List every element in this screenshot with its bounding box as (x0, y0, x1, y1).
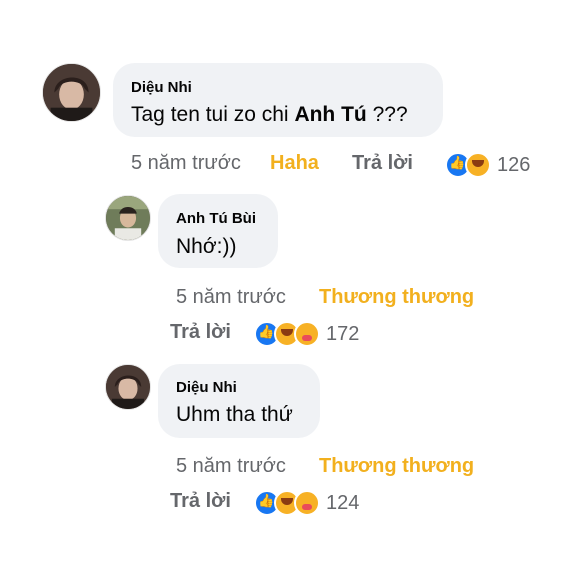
reaction-count: 124 (326, 491, 360, 514)
haha-icon (465, 152, 491, 178)
comment-author[interactable]: Diệu Nhi (176, 379, 237, 396)
reply-button[interactable]: Trả lời (170, 490, 231, 512)
avatar[interactable] (105, 195, 151, 241)
profile-photo-icon (106, 196, 150, 240)
timestamp[interactable]: 5 năm trước (176, 286, 286, 308)
reaction-summary[interactable]: 172 (254, 321, 359, 347)
reply-button[interactable]: Trả lời (170, 321, 231, 343)
reply-button[interactable]: Trả lời (352, 152, 413, 174)
profile-photo-icon (43, 64, 100, 121)
reaction-button[interactable]: Haha (270, 152, 319, 174)
comment-text: Tag ten tui zo chi Anh Tú ??? (131, 103, 408, 126)
reaction-count: 172 (326, 322, 360, 345)
comment-meta: 5 năm trước Thương thương (176, 455, 474, 478)
comment-meta: 5 năm trước Haha Trả lời (131, 152, 413, 175)
care-icon (294, 321, 320, 347)
reaction-button[interactable]: Thương thương (319, 286, 474, 308)
reaction-summary[interactable]: 126 (445, 152, 530, 178)
care-icon (294, 490, 320, 516)
comment-author[interactable]: Anh Tú Bùi (176, 210, 256, 227)
mention[interactable]: Anh Tú (294, 103, 366, 126)
timestamp[interactable]: 5 năm trước (176, 455, 286, 477)
comment-meta-row2: Trả lời (170, 321, 231, 344)
comment-author[interactable]: Diệu Nhi (131, 79, 192, 96)
reaction-summary[interactable]: 124 (254, 490, 359, 516)
comment-meta-row2: Trả lời (170, 490, 231, 513)
comment-text: Nhớ:)) (176, 235, 237, 258)
avatar[interactable] (105, 364, 151, 410)
avatar[interactable] (42, 63, 101, 122)
reaction-button[interactable]: Thương thương (319, 455, 474, 477)
timestamp[interactable]: 5 năm trước (131, 152, 241, 174)
reaction-count: 126 (497, 153, 531, 176)
comment-meta: 5 năm trước Thương thương (176, 286, 474, 309)
profile-photo-icon (106, 365, 150, 409)
comment-text: Uhm tha thứ (176, 403, 293, 426)
